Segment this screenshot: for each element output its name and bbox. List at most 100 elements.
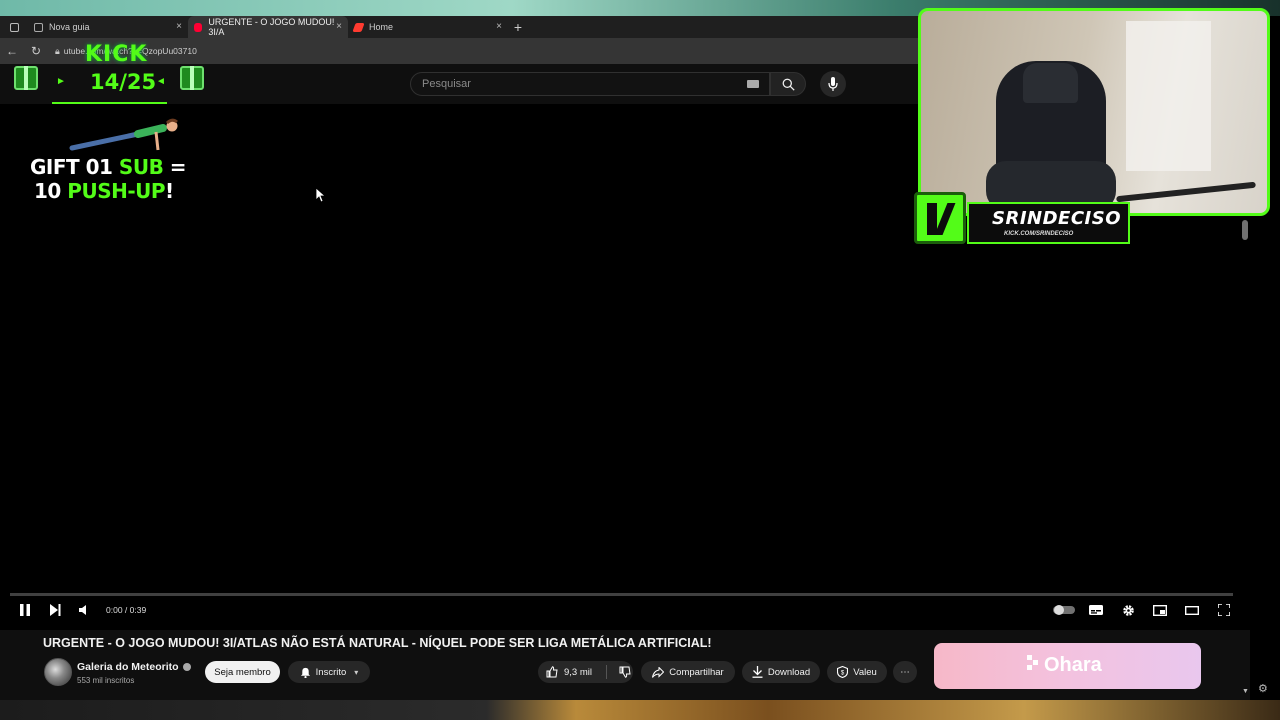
next-button[interactable] [40, 598, 70, 622]
autoplay-icon [1053, 605, 1075, 615]
tab-youtube-video[interactable]: URGENTE - O JOGO MUDOU! 3I/A × [188, 16, 348, 38]
download-icon [752, 666, 763, 678]
subscribed-button[interactable]: Inscrito ▾ [288, 661, 370, 683]
subtitles-button[interactable] [1080, 598, 1112, 622]
settings-button[interactable] [1112, 598, 1144, 622]
video-title: URGENTE - O JOGO MUDOU! 3I/ATLAS NÃO EST… [43, 636, 712, 650]
super-thanks-icon: $ [837, 666, 849, 678]
theater-mode-button[interactable] [1176, 598, 1208, 622]
join-button[interactable]: Seja membro [205, 661, 280, 683]
tab-label: URGENTE - O JOGO MUDOU! 3I/A [208, 17, 335, 37]
streamer-url: KICK.COM/SRINDECISO [1004, 231, 1074, 237]
webcam-feed [918, 8, 1270, 216]
gear-icon [1122, 604, 1134, 616]
join-label: Seja membro [214, 666, 271, 678]
gift-sub-text: GIFT 01 SUB = [30, 154, 187, 180]
fullscreen-button[interactable] [1208, 598, 1240, 622]
new-tab-button[interactable]: + [508, 19, 528, 35]
arrow-right-icon: ► [56, 76, 66, 87]
ad-banner[interactable]: Ohara [934, 643, 1201, 689]
tab-label: Home [369, 22, 394, 32]
streamer-name-tag: SRINDECISO KICK.COM/SRINDECISO [912, 188, 1132, 248]
thanks-label: Valeu [853, 666, 877, 678]
time-display: 0:00 / 0:39 [106, 605, 147, 615]
kick-k-logo [914, 192, 966, 244]
page-icon [34, 22, 43, 32]
gift-text-part: GIFT 01 [30, 155, 119, 179]
browser-tab-bar: Nova guia × URGENTE - O JOGO MUDOU! 3I/A… [0, 16, 918, 38]
progress-bar[interactable] [10, 593, 1233, 596]
streamer-name: SRINDECISO [992, 208, 1121, 229]
tab-home[interactable]: Home × [348, 16, 508, 38]
channel-name-text: Galeria do Meteorito [77, 661, 179, 673]
share-label: Compartilhar [669, 666, 724, 678]
kick-icon [352, 22, 365, 32]
thumbs-down-icon[interactable] [619, 666, 631, 678]
search-button[interactable] [770, 72, 806, 96]
search-icon [782, 78, 795, 91]
pushup-text: 10 PUSH-UP! [34, 178, 174, 204]
close-tab-icon[interactable]: × [336, 21, 342, 32]
pushup-overlay: GIFT 01 SUB = 10 PUSH-UP! [28, 116, 188, 206]
ad-brand: Ohara [1044, 654, 1102, 676]
subscribed-label: Inscrito [315, 666, 347, 678]
pause-button[interactable] [10, 598, 40, 622]
voice-search-button[interactable] [820, 71, 846, 97]
scroll-down-icon[interactable]: ▼ [1242, 688, 1249, 695]
search-input[interactable]: Pesquisar [410, 72, 770, 96]
kick-sub-goal-widget: ► KICK 14/25 ◄ [10, 42, 210, 104]
mouse-cursor-icon [316, 188, 326, 203]
player-controls: 0:00 / 0:39 [10, 598, 1240, 622]
ad-info-strip [934, 689, 1201, 700]
wall-panel [1126, 21, 1211, 171]
gift-box-icon [14, 66, 38, 90]
close-tab-icon[interactable]: × [496, 21, 502, 32]
pause-icon [20, 604, 30, 616]
screen: Nova guia × URGENTE - O JOGO MUDOU! 3I/A… [0, 0, 1280, 720]
tab-label: Nova guia [49, 22, 90, 32]
channel-name[interactable]: Galeria do Meteorito [77, 661, 191, 673]
like-dislike-group: 9,3 mil [538, 661, 633, 683]
ohara-logo-icon [1027, 655, 1038, 670]
divider [605, 665, 607, 679]
more-actions-button[interactable]: ⋯ [893, 661, 917, 683]
thanks-button[interactable]: $ Valeu [827, 661, 887, 683]
tab-actions-icon[interactable] [0, 16, 28, 38]
bell-icon [300, 667, 310, 678]
volume-icon [79, 605, 86, 615]
keyboard-icon[interactable] [747, 80, 759, 88]
microphone-icon [828, 77, 838, 91]
share-button[interactable]: Compartilhar [641, 661, 735, 683]
skip-next-icon [50, 604, 61, 616]
channel-avatar[interactable] [44, 658, 72, 686]
kick-logo: KICK [85, 42, 148, 67]
scrollbar-thumb[interactable] [1242, 220, 1248, 240]
download-label: Download [767, 666, 811, 678]
pushup-figure-icon [69, 118, 178, 151]
tab-nova-guia[interactable]: Nova guia × [28, 16, 188, 38]
mute-button[interactable] [70, 598, 100, 622]
like-count[interactable]: 9,3 mil [564, 667, 592, 678]
goal-progress-line [52, 102, 167, 104]
share-icon [652, 666, 665, 678]
theater-icon [1185, 605, 1199, 615]
thumbs-up-icon[interactable] [546, 666, 558, 678]
download-button[interactable]: Download [742, 661, 820, 683]
verified-icon [182, 663, 191, 672]
youtube-icon [194, 22, 203, 32]
autoplay-toggle[interactable] [1048, 598, 1080, 622]
settings-gear-icon[interactable]: ⚙ [1258, 682, 1268, 695]
mic-arm [1116, 181, 1256, 203]
more-icon: ⋯ [900, 666, 910, 678]
miniplayer-button[interactable] [1144, 598, 1176, 622]
gift-text-part: = [163, 155, 187, 179]
chair-headrest [1023, 63, 1078, 103]
gift-text-part: 10 [34, 179, 68, 203]
chevron-down-icon: ▾ [354, 667, 359, 677]
svg-text:$: $ [841, 671, 845, 677]
close-tab-icon[interactable]: × [176, 21, 182, 32]
gift-text-part: PUSH-UP [67, 179, 166, 203]
miniplayer-icon [1153, 604, 1167, 616]
gift-text-part: ! [165, 179, 174, 203]
player-controls-right [1048, 598, 1240, 622]
